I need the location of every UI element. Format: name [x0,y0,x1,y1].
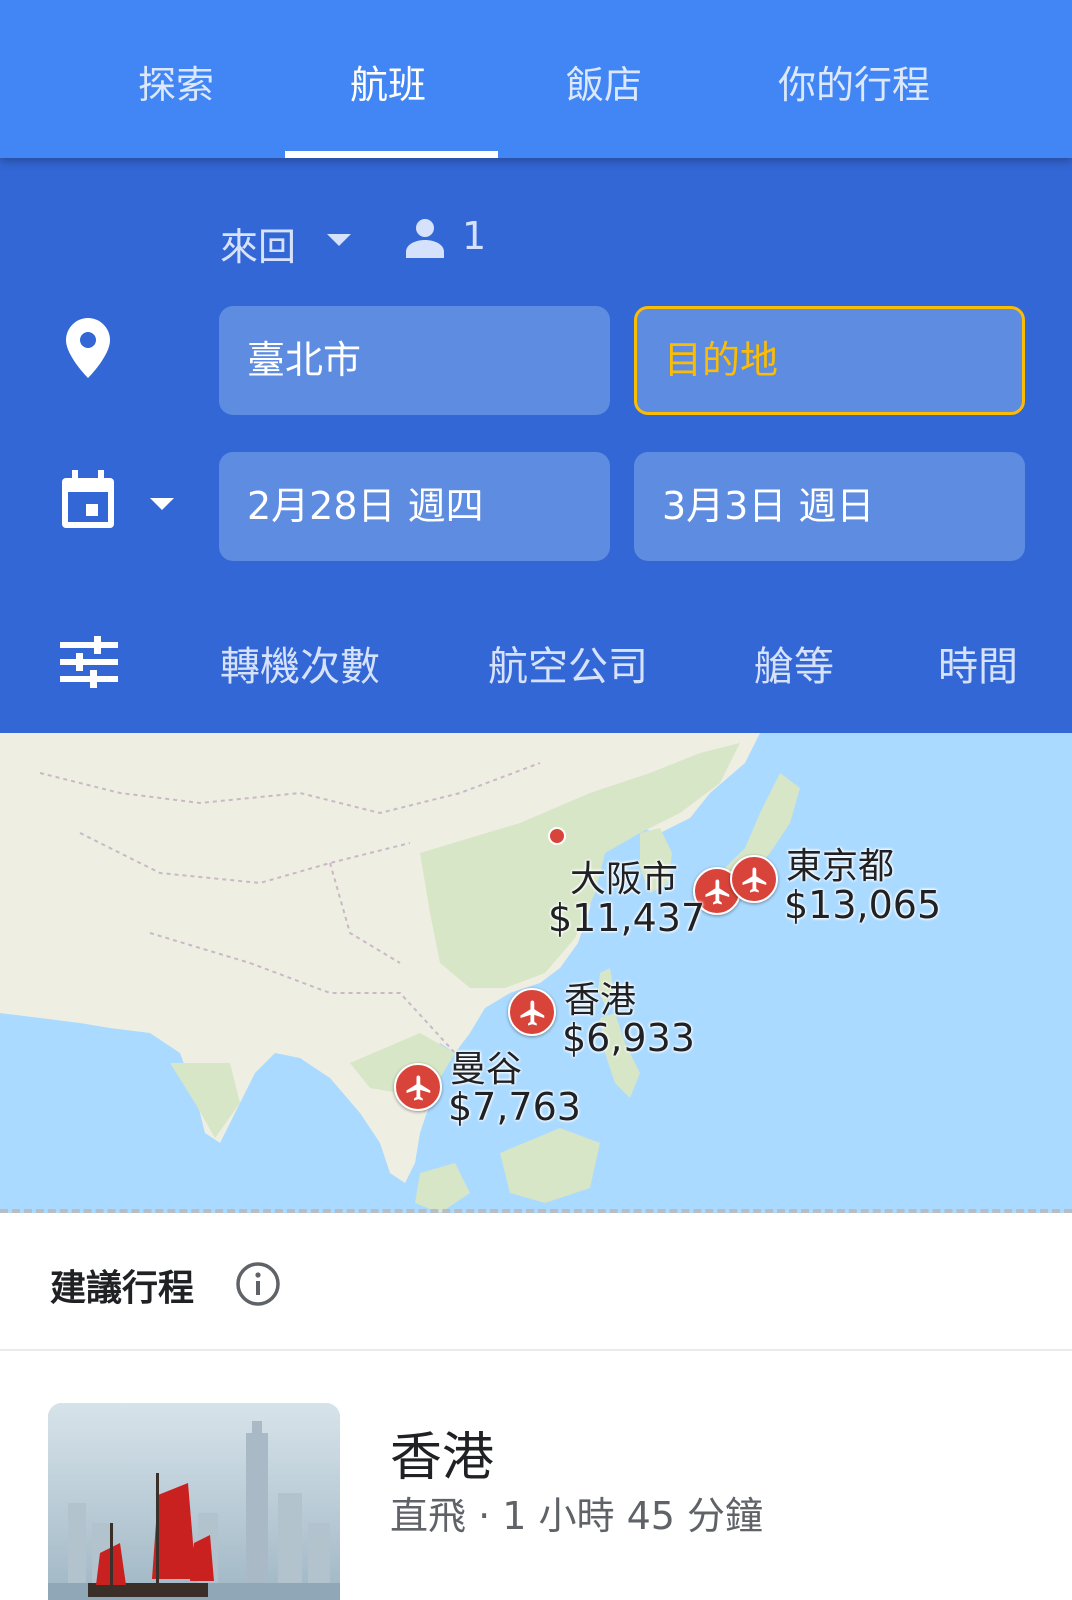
calendar-icon[interactable] [58,468,118,532]
map-price-osaka: $11,437 [548,896,706,940]
active-tab-indicator [285,151,498,158]
map-price-hong-kong: $6,933 [562,1016,695,1060]
suggested-trips-title: 建議行程 [50,1268,195,1309]
info-icon[interactable] [235,1261,281,1307]
map-price-tokyo: $13,065 [784,883,942,927]
return-date-field[interactable]: 3月3日 週日 [634,452,1025,561]
map-city-tokyo: 東京都 [786,846,895,887]
suggested-destination-name[interactable]: 香港 [390,1415,494,1490]
location-pin-icon [66,318,110,378]
map-sheet-boundary [0,1209,1072,1213]
sheet-divider [0,1349,1072,1351]
filter-stops[interactable]: 轉機次數 [220,634,380,692]
tab-explore[interactable]: 探索 [138,54,214,109]
map-land-background [0,733,800,1213]
filter-airlines[interactable]: 航空公司 [488,634,648,692]
top-tab-bar: 探索 航班 飯店 你的行程 [0,0,1072,158]
airplane-icon[interactable] [508,988,556,1036]
filter-times[interactable]: 時間 [938,634,1018,692]
person-icon[interactable] [404,218,446,258]
origin-location-dot [548,827,566,845]
flight-search-panel: 來回 1 臺北市 目的地 2月28日 週四 3月3日 週日 轉機次數 航空公司 … [0,158,1072,733]
depart-date-field[interactable]: 2月28日 週四 [219,452,610,561]
tab-flights[interactable]: 航班 [350,54,426,109]
destination-thumbnail[interactable] [48,1403,340,1600]
suggested-destination-meta: 直飛 · 1 小時 45 分鐘 [390,1494,764,1538]
tab-your-trips[interactable]: 你的行程 [778,54,930,109]
trip-type-chevron-down-icon[interactable] [327,234,351,246]
tune-icon[interactable] [60,636,118,688]
map-price-bangkok: $7,763 [448,1085,581,1129]
airplane-icon[interactable] [394,1063,442,1111]
date-mode-chevron-down-icon[interactable] [150,498,174,510]
suggested-trips-sheet: 建議行程 香港 直飛 · 1 小時 45 分鐘 [0,1215,1072,1600]
passenger-count[interactable]: 1 [462,214,486,258]
filter-cabin[interactable]: 艙等 [754,634,834,692]
map-city-osaka: 大阪市 [570,859,679,900]
destinations-map[interactable]: 大阪市 $11,437 東京都 $13,065 香港 $6,933 曼谷 $7,… [0,733,1072,1213]
tab-hotels[interactable]: 飯店 [566,54,642,109]
origin-field[interactable]: 臺北市 [219,306,610,415]
trip-type-selector[interactable]: 來回 [220,216,296,271]
destination-field[interactable]: 目的地 [634,306,1025,415]
airplane-icon[interactable] [730,855,778,903]
